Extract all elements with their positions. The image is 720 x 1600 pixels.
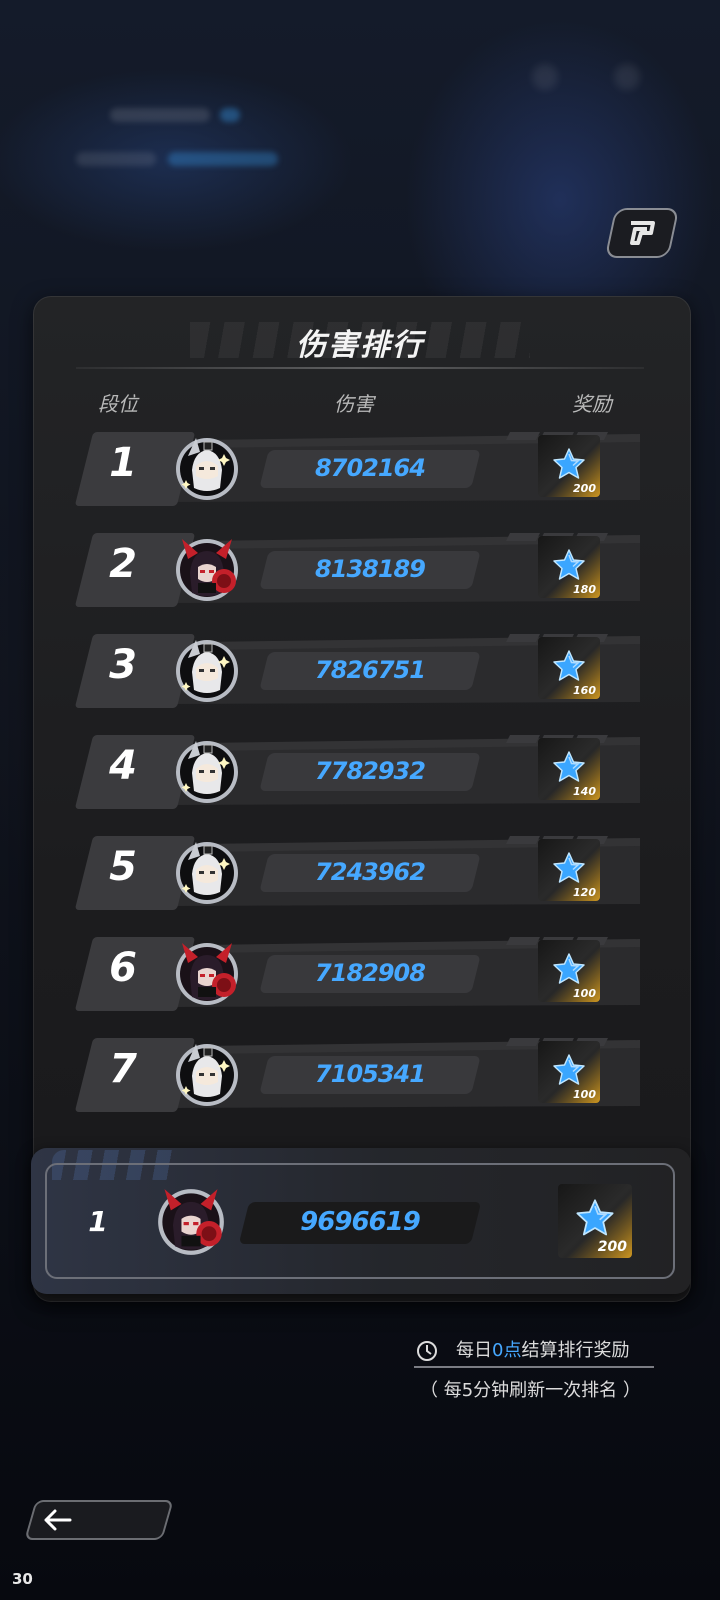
ranking-row[interactable]: 2 8138189 180: [74, 531, 640, 609]
my-avatar[interactable]: [156, 1187, 226, 1257]
fps-counter: 30: [12, 1570, 33, 1588]
reward-count: 160: [573, 684, 596, 697]
rank-number: 7: [109, 1046, 137, 1092]
settlement-note: 每日0点结算排行奖励: [456, 1340, 630, 1361]
blue-star-icon: [552, 851, 586, 885]
panel-title: 伤害排行: [296, 328, 424, 363]
column-header-reward: 奖励: [572, 392, 612, 416]
damage-value: 7182908: [315, 959, 426, 987]
white-hair-character-avatar[interactable]: [174, 739, 240, 805]
clock-icon: [417, 1341, 437, 1361]
ranking-row[interactable]: 1 8702164 200: [74, 430, 640, 508]
background-blur: [168, 152, 278, 166]
ranking-row[interactable]: 5 7243962 120: [74, 834, 640, 912]
reward-item[interactable]: 200: [538, 435, 600, 497]
reward-count: 100: [573, 987, 596, 1000]
damage-value: 8702164: [315, 454, 426, 482]
rank-number: 6: [109, 945, 137, 991]
background-blur: [76, 152, 156, 166]
rank-number: 5: [109, 844, 137, 890]
damage-value: 7243962: [315, 858, 426, 886]
reward-item[interactable]: 100: [538, 940, 600, 1002]
white-hair-character-avatar[interactable]: [174, 1042, 240, 1108]
ranking-row[interactable]: 4 7782932 140: [74, 733, 640, 811]
my-reward-count: 200: [597, 1239, 627, 1255]
background-blur: [110, 108, 210, 122]
reward-count: 200: [573, 482, 596, 495]
white-hair-character-avatar[interactable]: [174, 436, 240, 502]
background-blur: [220, 108, 240, 122]
blue-star-icon: [552, 1053, 586, 1087]
background-blur: [532, 64, 558, 90]
background-blur: [614, 64, 640, 90]
rank-number: 1: [109, 440, 137, 486]
my-damage-value: 9696619: [300, 1207, 421, 1237]
reward-item[interactable]: 180: [538, 536, 600, 598]
ranking-row[interactable]: 7 7105341 100: [74, 1036, 640, 1114]
blue-star-icon: [552, 750, 586, 784]
reward-item[interactable]: 160: [538, 637, 600, 699]
ranking-screen: 伤害排行 段位 伤害 奖励 1 8702164 200 2 8138189 180 3 782…: [0, 0, 720, 1600]
reward-item[interactable]: 100: [538, 1041, 600, 1103]
blue-star-icon: [552, 649, 586, 683]
share-icon: [630, 221, 655, 245]
damage-value: 7782932: [315, 757, 426, 785]
reward-count: 120: [573, 886, 596, 899]
title-divider: [76, 367, 644, 369]
rank-number: 2: [109, 541, 137, 587]
blue-star-icon: [575, 1198, 615, 1238]
blue-star-icon: [552, 952, 586, 986]
reward-item[interactable]: 140: [538, 738, 600, 800]
damage-value: 7826751: [315, 656, 426, 684]
reward-count: 140: [573, 785, 596, 798]
damage-value: 8138189: [315, 555, 426, 583]
back-arrow-icon: [44, 1509, 72, 1531]
ranking-row[interactable]: 3 7826751 160: [74, 632, 640, 710]
refresh-note: （ 每5分钟刷新一次排名 ）: [420, 1380, 641, 1401]
column-header-damage: 伤害: [334, 392, 374, 416]
white-hair-character-avatar[interactable]: [174, 840, 240, 906]
red-black-character-avatar[interactable]: [174, 537, 240, 603]
blue-star-icon: [552, 447, 586, 481]
reward-count: 100: [573, 1088, 596, 1101]
my-reward-item[interactable]: 200: [558, 1184, 632, 1258]
rank-number: 4: [109, 743, 137, 789]
blue-star-icon: [552, 548, 586, 582]
rank-number: 3: [109, 642, 137, 688]
reward-item[interactable]: 120: [538, 839, 600, 901]
red-black-character-avatar[interactable]: [174, 941, 240, 1007]
settlement-underline: [414, 1366, 654, 1368]
share-button[interactable]: [604, 208, 680, 258]
ranking-row[interactable]: 6 7182908 100: [74, 935, 640, 1013]
white-hair-character-avatar[interactable]: [174, 638, 240, 704]
my-rank-number: 1: [88, 1205, 108, 1238]
column-header-rank: 段位: [98, 392, 138, 416]
reward-count: 180: [573, 583, 596, 596]
damage-value: 7105341: [315, 1060, 426, 1088]
